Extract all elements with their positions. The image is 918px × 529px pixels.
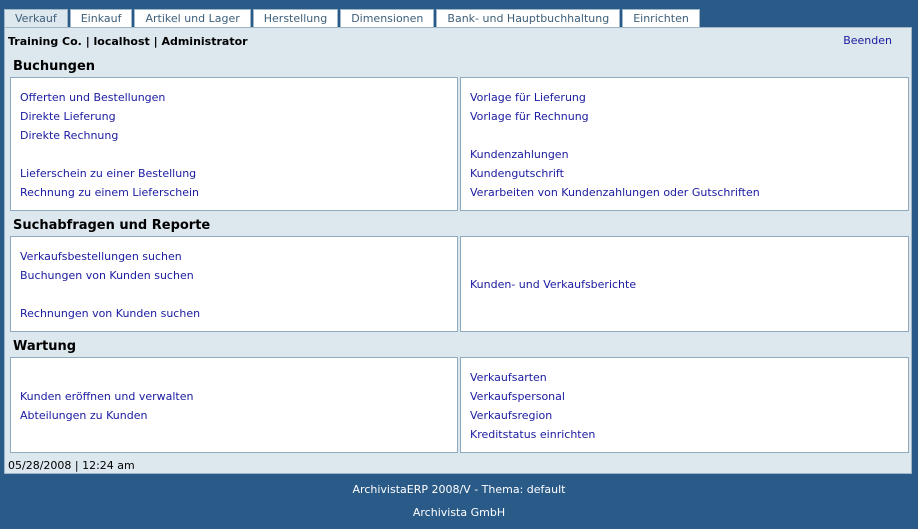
link-kunden-und-verkaufsberichte[interactable]: Kunden- und Verkaufsberichte xyxy=(470,278,636,291)
tab-bank-und-hauptbuchhaltung[interactable]: Bank- und Hauptbuchhaltung xyxy=(436,9,621,28)
link-vorlage-fuer-rechnung[interactable]: Vorlage für Rechnung xyxy=(470,110,589,123)
section-title-buchungen: Buchungen xyxy=(13,59,96,74)
link-lieferschein-zu-bestellung[interactable]: Lieferschein zu einer Bestellung xyxy=(20,167,196,180)
link-direkte-rechnung[interactable]: Direkte Rechnung xyxy=(20,129,118,142)
link-abteilungen-zu-kunden[interactable]: Abteilungen zu Kunden xyxy=(20,409,147,422)
buchungen-right-box: Vorlage für Lieferung Vorlage für Rechnu… xyxy=(460,77,909,211)
link-direkte-lieferung[interactable]: Direkte Lieferung xyxy=(20,110,116,123)
tab-einrichten[interactable]: Einrichten xyxy=(622,9,700,28)
logout-link[interactable]: Beenden xyxy=(843,34,892,47)
tab-dimensionen[interactable]: Dimensionen xyxy=(340,9,435,28)
link-rechnungen-von-kunden-suchen[interactable]: Rechnungen von Kunden suchen xyxy=(20,307,200,320)
tab-einkauf[interactable]: Einkauf xyxy=(69,9,133,28)
link-verkaufsregion[interactable]: Verkaufsregion xyxy=(470,409,552,422)
buchungen-left-box: Offerten und Bestellungen Direkte Liefer… xyxy=(10,77,458,211)
link-verkaufsbestellungen-suchen[interactable]: Verkaufsbestellungen suchen xyxy=(20,250,182,263)
suchabfragen-left-box: Verkaufsbestellungen suchen Buchungen vo… xyxy=(10,236,458,332)
main-panel: Training Co. | localhost | Administrator… xyxy=(4,27,912,474)
link-offerten-und-bestellungen[interactable]: Offerten und Bestellungen xyxy=(20,91,165,104)
link-kundenzahlungen[interactable]: Kundenzahlungen xyxy=(470,148,569,161)
footer-version: ArchivistaERP 2008/V - Thema: default xyxy=(352,483,566,496)
link-rechnung-zu-lieferschein[interactable]: Rechnung zu einem Lieferschein xyxy=(20,186,199,199)
link-verkaufspersonal[interactable]: Verkaufspersonal xyxy=(470,390,565,403)
section-title-wartung: Wartung xyxy=(13,339,77,354)
link-verarbeiten-kundenzahlungen[interactable]: Verarbeiten von Kundenzahlungen oder Gut… xyxy=(470,186,760,199)
footer-company: Archivista GmbH xyxy=(412,506,506,519)
section-title-suchabfragen: Suchabfragen und Reporte xyxy=(13,218,211,233)
suchabfragen-right-box: Kunden- und Verkaufsberichte xyxy=(460,236,909,332)
link-verkaufsarten[interactable]: Verkaufsarten xyxy=(470,371,547,384)
company-info: Training Co. | localhost | Administrator xyxy=(8,35,248,48)
link-kreditstatus-einrichten[interactable]: Kreditstatus einrichten xyxy=(470,428,595,441)
wartung-right-box: Verkaufsarten Verkaufspersonal Verkaufsr… xyxy=(460,357,909,453)
wartung-left-box: Kunden eröffnen und verwalten Abteilunge… xyxy=(10,357,458,453)
tab-herstellung[interactable]: Herstellung xyxy=(252,9,339,28)
link-kundengutschrift[interactable]: Kundengutschrift xyxy=(470,167,564,180)
top-bar: Training Co. | localhost | Administrator… xyxy=(5,28,911,54)
main-tabs: Verkauf Einkauf Artikel und Lager Herste… xyxy=(4,9,700,28)
tab-verkauf[interactable]: Verkauf xyxy=(4,9,68,28)
link-vorlage-fuer-lieferung[interactable]: Vorlage für Lieferung xyxy=(470,91,586,104)
link-buchungen-von-kunden-suchen[interactable]: Buchungen von Kunden suchen xyxy=(20,269,194,282)
status-datetime: 05/28/2008 | 12:24 am xyxy=(8,459,135,472)
tab-artikel-und-lager[interactable]: Artikel und Lager xyxy=(134,9,251,28)
link-kunden-eroeffnen-und-verwalten[interactable]: Kunden eröffnen und verwalten xyxy=(20,390,193,403)
